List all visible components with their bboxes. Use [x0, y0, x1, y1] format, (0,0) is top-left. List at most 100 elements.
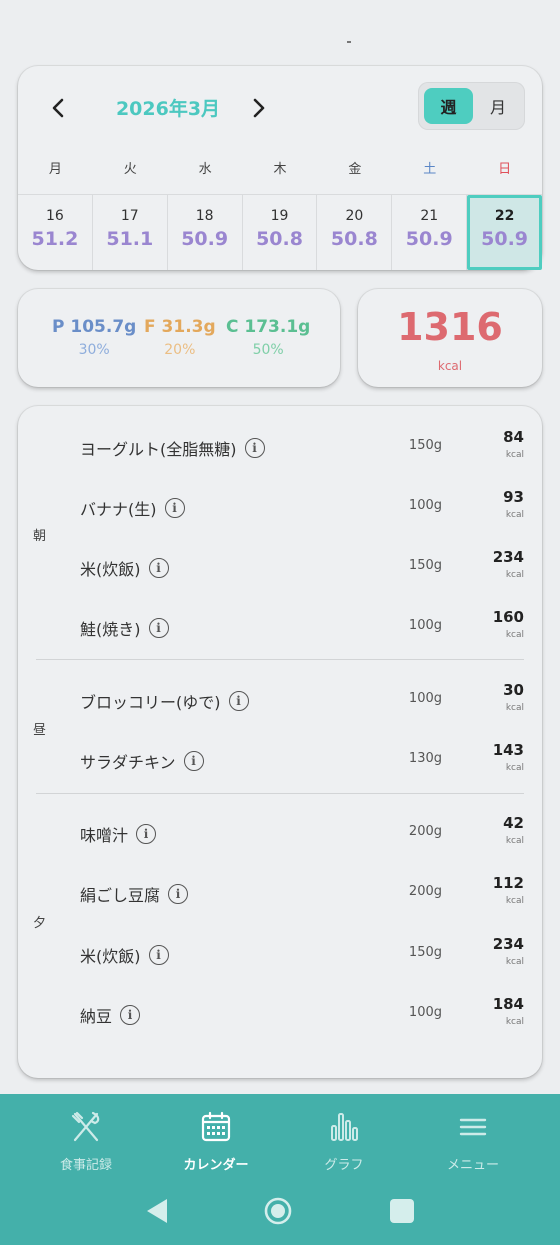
food-kcal: 112 — [492, 874, 524, 892]
meal-label-lunch: 昼 — [33, 723, 47, 738]
food-kcal-unit: kcal — [505, 510, 524, 520]
carbs-value: C 173.1g — [226, 317, 311, 337]
meal-divider — [36, 659, 524, 660]
food-amount: 200g — [408, 824, 442, 839]
info-icon[interactable]: i — [136, 824, 157, 844]
day-number: 19 — [270, 208, 289, 224]
fat-summary: F 31.3g 20% — [144, 317, 216, 358]
day-number: 18 — [195, 208, 214, 224]
day-cell-selected[interactable]: 22 50.9 — [467, 195, 543, 270]
total-kcal-value: 1316 — [397, 305, 503, 349]
info-icon[interactable]: i — [148, 945, 169, 965]
food-row[interactable]: ブロッコリー(ゆで) i 100g 30 kcal — [18, 681, 542, 721]
bar-chart-icon — [331, 1113, 358, 1141]
food-name: 納豆 — [80, 1007, 113, 1026]
food-amount: 100g — [408, 618, 442, 633]
day-weight: 50.9 — [181, 228, 229, 250]
day-number: 20 — [345, 208, 364, 224]
chevron-right-icon — [253, 98, 265, 118]
food-name: 鮭(焼き) — [80, 620, 141, 639]
day-cell[interactable]: 17 51.1 — [93, 195, 168, 270]
day-number: 16 — [46, 208, 64, 224]
tab-meal-log[interactable]: 食事記録 — [16, 1110, 156, 1173]
food-kcal-unit: kcal — [505, 763, 524, 773]
food-row[interactable]: 米(炊飯) i 150g 234 kcal — [18, 548, 542, 588]
food-amount: 100g — [408, 1005, 442, 1020]
info-icon[interactable]: i — [164, 498, 185, 518]
info-icon[interactable]: i — [228, 691, 249, 711]
food-kcal: 143 — [492, 741, 524, 759]
day-weight: 50.9 — [481, 228, 529, 250]
food-name: ヨーグルト(全脂無糖) — [80, 440, 237, 459]
day-cell[interactable]: 20 50.8 — [317, 195, 393, 270]
food-amount: 200g — [408, 884, 442, 899]
day-number: 22 — [494, 208, 515, 224]
food-kcal: 234 — [492, 548, 524, 566]
prev-month-button[interactable] — [39, 88, 79, 128]
week-days-row: 16 51.2 17 51.1 18 50.9 19 50.8 20 50.8 … — [18, 194, 543, 270]
fat-percent: 20% — [164, 342, 196, 358]
weekday-label: 月 — [48, 162, 62, 177]
food-kcal: 93 — [503, 488, 524, 506]
info-icon[interactable]: i — [183, 751, 204, 771]
system-recents-icon[interactable] — [387, 1196, 417, 1226]
food-name: ブロッコリー(ゆで) — [80, 693, 221, 712]
food-row[interactable]: バナナ(生) i 100g 93 kcal — [18, 488, 542, 528]
info-icon[interactable]: i — [148, 618, 169, 638]
food-row[interactable]: サラダチキン i 130g 143 kcal — [18, 741, 542, 781]
carbs-summary: C 173.1g 50% — [226, 317, 310, 358]
food-name: 絹ごし豆腐 — [80, 886, 161, 905]
day-weight: 51.2 — [31, 228, 79, 250]
food-amount: 100g — [408, 498, 442, 513]
tab-graph[interactable]: グラフ — [274, 1110, 414, 1173]
weekday-label-saturday: 土 — [423, 162, 437, 177]
week-view-button[interactable]: 週 — [424, 88, 473, 124]
food-kcal-unit: kcal — [505, 570, 524, 580]
day-number: 21 — [420, 208, 439, 224]
day-cell[interactable]: 21 50.9 — [392, 195, 468, 270]
food-row[interactable]: 味噌汁 i 200g 42 kcal — [18, 814, 542, 854]
weekday-label: 金 — [348, 162, 362, 177]
day-cell[interactable]: 19 50.8 — [243, 195, 318, 270]
system-home-icon[interactable] — [263, 1196, 293, 1226]
day-cell[interactable]: 16 51.2 — [18, 195, 93, 270]
food-row[interactable]: 納豆 i 100g 184 kcal — [18, 995, 542, 1035]
weekday-label-sunday: 日 — [498, 162, 512, 177]
total-kcal-card: 1316 kcal — [358, 289, 542, 387]
week-calendar-card: 2026年3月 週 月 月 火 水 木 金 土 日 16 51.2 17 51.… — [18, 66, 543, 270]
system-back-icon[interactable] — [143, 1196, 173, 1226]
calendar-icon — [201, 1111, 231, 1142]
protein-value: P 105.7g — [52, 317, 137, 337]
food-kcal-unit: kcal — [505, 703, 524, 713]
info-icon[interactable]: i — [148, 558, 169, 578]
food-kcal: 42 — [503, 814, 524, 832]
food-name: 米(炊飯) — [80, 947, 141, 966]
food-row[interactable]: 米(炊飯) i 150g 234 kcal — [18, 935, 542, 975]
food-row[interactable]: 鮭(焼き) i 100g 160 kcal — [18, 608, 542, 648]
food-name: 味噌汁 — [80, 826, 129, 845]
food-amount: 150g — [408, 558, 442, 573]
month-view-button[interactable]: 月 — [476, 88, 520, 124]
chevron-left-icon — [52, 98, 64, 118]
status-bar-indicator — [347, 41, 351, 43]
food-row[interactable]: ヨーグルト(全脂無糖) i 150g 84 kcal — [18, 428, 542, 468]
tab-menu[interactable]: メニュー — [403, 1110, 543, 1173]
carbs-percent: 50% — [252, 342, 284, 358]
food-kcal: 234 — [492, 935, 524, 953]
next-month-button[interactable] — [238, 88, 278, 128]
food-name: バナナ(生) — [80, 500, 157, 519]
food-kcal-unit: kcal — [505, 896, 524, 906]
total-kcal-unit: kcal — [437, 359, 463, 373]
info-icon[interactable]: i — [120, 1005, 141, 1025]
tab-calendar[interactable]: カレンダー — [146, 1110, 286, 1173]
food-row[interactable]: 絹ごし豆腐 i 200g 112 kcal — [18, 874, 542, 914]
info-icon[interactable]: i — [244, 438, 265, 458]
view-toggle: 週 月 — [418, 82, 525, 130]
fork-knife-icon — [71, 1111, 100, 1142]
food-kcal-unit: kcal — [505, 630, 524, 640]
tab-label: 食事記録 — [59, 1158, 112, 1173]
food-kcal: 84 — [503, 428, 524, 446]
info-icon[interactable]: i — [168, 884, 189, 904]
month-title: 2026年3月 — [115, 98, 221, 120]
day-cell[interactable]: 18 50.9 — [168, 195, 243, 270]
